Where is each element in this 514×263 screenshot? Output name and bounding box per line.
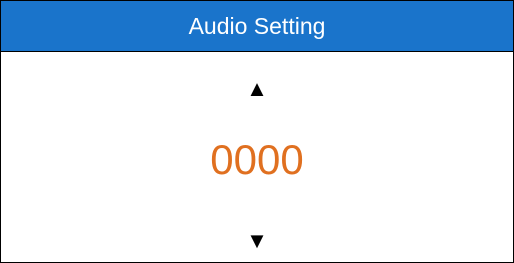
page-title: Audio Setting xyxy=(188,12,326,39)
header-bar: Audio Setting xyxy=(1,1,513,52)
value-display: 0000 xyxy=(210,136,304,183)
triangle-down-icon: ▼ xyxy=(246,228,268,253)
audio-setting-panel: Audio Setting ▲ 0000 ▼ xyxy=(0,0,514,263)
increase-button[interactable]: ▲ xyxy=(1,78,513,100)
decrease-button[interactable]: ▼ xyxy=(1,230,513,252)
triangle-up-icon: ▲ xyxy=(246,76,268,101)
